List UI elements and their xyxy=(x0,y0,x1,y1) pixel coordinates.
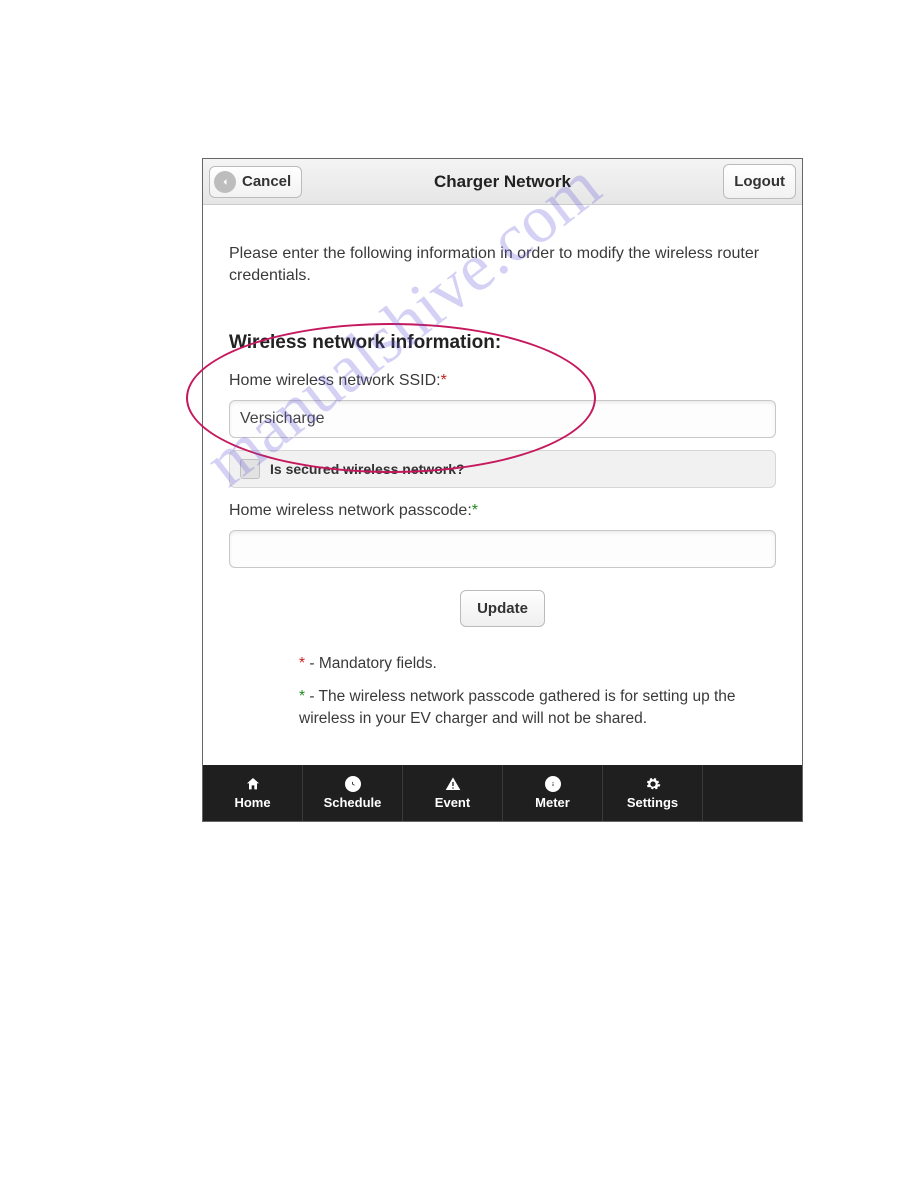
content-area: Please enter the following information i… xyxy=(203,205,802,765)
note-passcode: * - The wireless network passcode gather… xyxy=(299,686,776,731)
passcode-label-text: Home wireless network passcode: xyxy=(229,502,472,519)
nav-event[interactable]: Event xyxy=(403,765,503,821)
nav-event-label: Event xyxy=(435,795,470,810)
nav-spacer xyxy=(703,765,802,821)
gear-icon xyxy=(645,776,661,792)
section-heading: Wireless network information: xyxy=(229,332,776,354)
update-button[interactable]: Update xyxy=(460,590,545,627)
secured-network-checkbox[interactable] xyxy=(240,459,260,479)
nav-meter[interactable]: Meter xyxy=(503,765,603,821)
clock-icon xyxy=(345,776,361,792)
nav-schedule[interactable]: Schedule xyxy=(303,765,403,821)
note-mandatory-text: - Mandatory fields. xyxy=(305,655,437,672)
ssid-label-text: Home wireless network SSID: xyxy=(229,372,441,389)
note-mandatory: * - Mandatory fields. xyxy=(299,653,776,675)
alert-icon xyxy=(445,776,461,792)
home-icon xyxy=(245,776,261,792)
intro-text: Please enter the following information i… xyxy=(229,243,776,286)
nav-home-label: Home xyxy=(234,795,270,810)
notes-block: * - Mandatory fields. * - The wireless n… xyxy=(229,653,776,730)
secured-network-label: Is secured wireless network? xyxy=(270,461,465,477)
nav-schedule-label: Schedule xyxy=(324,795,382,810)
nav-home[interactable]: Home xyxy=(203,765,303,821)
cancel-button[interactable]: Cancel xyxy=(209,166,302,198)
passcode-required-marker: * xyxy=(472,502,478,519)
ssid-required-marker: * xyxy=(441,372,447,389)
nav-settings[interactable]: Settings xyxy=(603,765,703,821)
note-passcode-text: - The wireless network passcode gathered… xyxy=(299,688,736,727)
bottom-nav: Home Schedule Event Meter Settings xyxy=(203,765,802,821)
secured-network-row[interactable]: Is secured wireless network? xyxy=(229,450,776,488)
cancel-label: Cancel xyxy=(242,173,291,190)
info-icon xyxy=(545,776,561,792)
app-window: Cancel Charger Network Logout Please ent… xyxy=(202,158,803,822)
nav-meter-label: Meter xyxy=(535,795,570,810)
top-bar: Cancel Charger Network Logout xyxy=(203,159,802,205)
passcode-input[interactable] xyxy=(229,530,776,568)
back-arrow-icon xyxy=(214,171,236,193)
ssid-input[interactable] xyxy=(229,400,776,438)
ssid-label: Home wireless network SSID:* xyxy=(229,372,776,390)
nav-settings-label: Settings xyxy=(627,795,678,810)
passcode-label: Home wireless network passcode:* xyxy=(229,502,776,520)
logout-button[interactable]: Logout xyxy=(723,164,796,199)
